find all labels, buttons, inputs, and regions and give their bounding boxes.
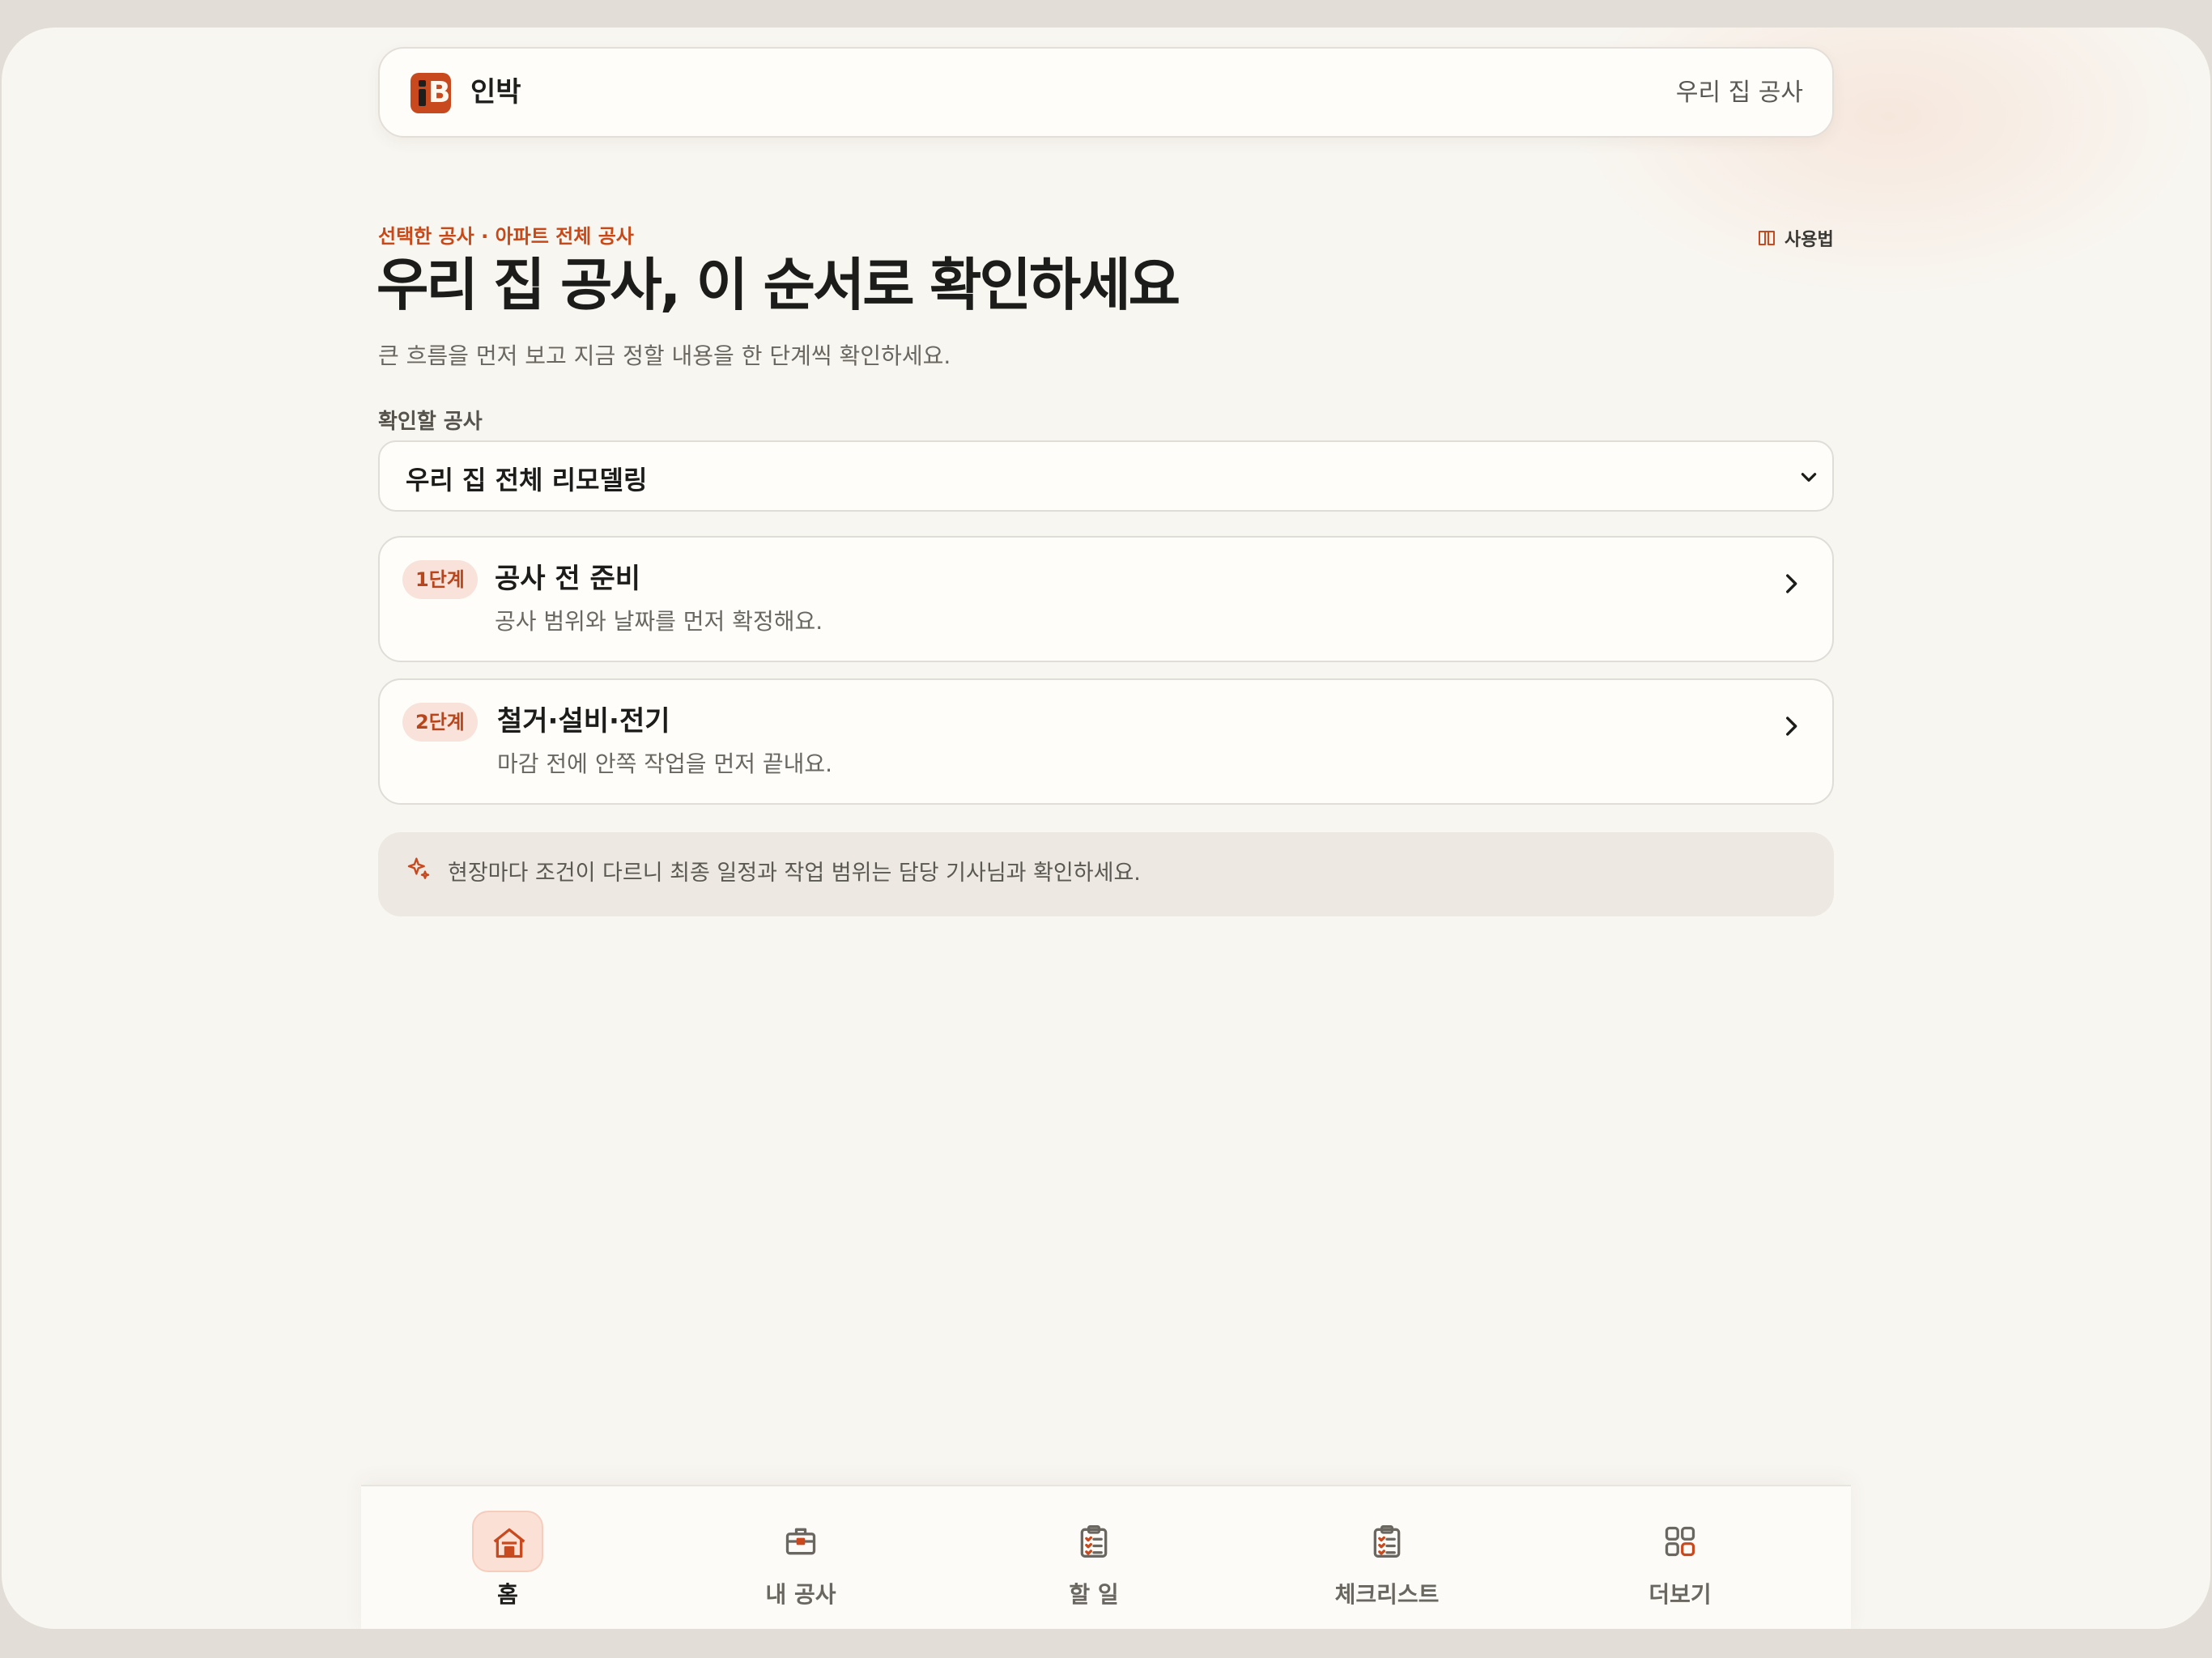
page-title: 우리 집 공사, 이 순서로 확인하세요 xyxy=(376,252,1180,318)
step-card[interactable]: 2단계 철거·설비·전기 마감 전에 안쪽 작업을 먼저 끝내요. xyxy=(378,678,1834,805)
tab-todo[interactable]: 할 일 xyxy=(997,1486,1191,1629)
guide-label: 사용법 xyxy=(1784,230,1834,250)
project-select-label: 확인할 공사 xyxy=(378,410,483,434)
step-title: 공사 전 준비 xyxy=(495,563,641,595)
selected-project-eyebrow: 선택한 공사 · 아파트 전체 공사 xyxy=(378,225,634,248)
sparkle-icon xyxy=(407,857,430,879)
tab-home[interactable]: 홈 xyxy=(410,1486,605,1629)
chevron-down-icon xyxy=(1801,473,1817,482)
home-icon xyxy=(493,1528,525,1558)
page-subtitle: 큰 흐름을 먼저 보고 지금 정할 내용을 한 단계씩 확인하세요. xyxy=(378,342,951,369)
chevron-right-icon xyxy=(1786,574,1797,593)
step-badge: 2단계 xyxy=(402,703,478,742)
tab-label: 체크리스트 xyxy=(1334,1581,1440,1608)
current-project-link[interactable]: 우리 집 공사 xyxy=(1676,76,1803,110)
tab-label: 내 공사 xyxy=(765,1581,836,1608)
tab-checklist[interactable]: 체크리스트 xyxy=(1290,1486,1484,1629)
chevron-right-icon xyxy=(1786,716,1797,736)
checklist-icon xyxy=(1373,1525,1401,1558)
tab-more[interactable]: 더보기 xyxy=(1583,1486,1777,1629)
clipboard-icon xyxy=(1080,1525,1108,1558)
bottom-tab-bar: 홈 내 공사 할 일 체크리스트 더보기 xyxy=(361,1485,1851,1629)
toolbox-icon xyxy=(785,1528,816,1555)
top-bar: B 인박 우리 집 공사 xyxy=(378,47,1834,138)
tab-label: 홈 xyxy=(497,1581,518,1608)
tab-label: 할 일 xyxy=(1069,1581,1119,1608)
step-badge: 1단계 xyxy=(402,560,478,599)
project-select[interactable]: 우리 집 전체 리모델링 xyxy=(378,440,1834,512)
notice-banner: 현장마다 조건이 다르니 최종 일정과 작업 범위는 담당 기사님과 확인하세요… xyxy=(378,832,1834,916)
tab-my-project[interactable]: 내 공사 xyxy=(704,1486,898,1629)
tab-label: 더보기 xyxy=(1648,1581,1712,1608)
guide-button[interactable]: 사용법 xyxy=(1757,225,1834,251)
step-card[interactable]: 1단계 공사 전 준비 공사 범위와 날짜를 먼저 확정해요. xyxy=(378,536,1834,662)
grid-icon xyxy=(1665,1526,1695,1557)
app-logo[interactable]: B xyxy=(410,73,451,113)
project-select-value: 우리 집 전체 리모델링 xyxy=(406,465,648,495)
brand-name: 인박 xyxy=(470,76,521,108)
app-frame: B 인박 우리 집 공사 선택한 공사 · 아파트 전체 공사 사용법 우리 집… xyxy=(2,28,2210,1629)
book-icon xyxy=(1759,231,1775,245)
step-description: 공사 범위와 날짜를 먼저 확정해요. xyxy=(495,608,823,635)
step-title: 철거·설비·전기 xyxy=(497,705,670,738)
notice-text: 현장마다 조건이 다르니 최종 일정과 작업 범위는 담당 기사님과 확인하세요… xyxy=(448,861,1141,886)
step-description: 마감 전에 안쪽 작업을 먼저 끝내요. xyxy=(497,750,833,777)
